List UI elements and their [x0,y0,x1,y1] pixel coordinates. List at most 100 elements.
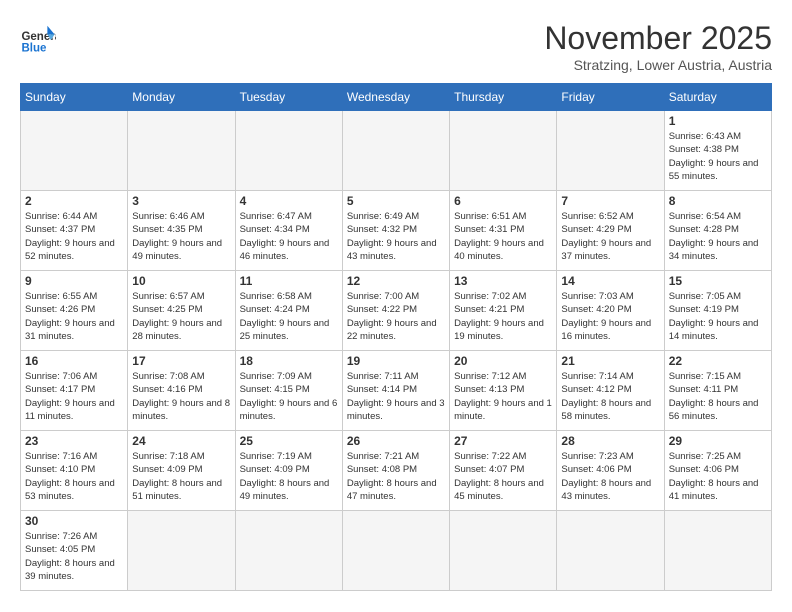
day-number: 18 [240,354,338,368]
day-number: 21 [561,354,659,368]
calendar-cell [342,111,449,191]
day-header-sunday: Sunday [21,84,128,111]
day-info: Sunrise: 7:05 AM Sunset: 4:19 PM Dayligh… [669,290,767,343]
title-area: November 2025 Stratzing, Lower Austria, … [544,20,772,73]
day-number: 28 [561,434,659,448]
day-info: Sunrise: 7:09 AM Sunset: 4:15 PM Dayligh… [240,370,338,423]
day-number: 9 [25,274,123,288]
day-info: Sunrise: 7:16 AM Sunset: 4:10 PM Dayligh… [25,450,123,503]
calendar-cell [557,511,664,591]
calendar-cell [664,511,771,591]
day-number: 2 [25,194,123,208]
calendar-cell: 16Sunrise: 7:06 AM Sunset: 4:17 PM Dayli… [21,351,128,431]
day-info: Sunrise: 6:54 AM Sunset: 4:28 PM Dayligh… [669,210,767,263]
calendar-cell: 28 Sunrise: 7:23 AM Sunset: 4:06 PM Dayli… [557,431,664,511]
day-info: Sunrise: 7:00 AM Sunset: 4:22 PM Dayligh… [347,290,445,343]
day-info: Sunrise: 7:21 AM Sunset: 4:08 PM Dayligh… [347,450,445,503]
day-info: Sunrise: 6:44 AM Sunset: 4:37 PM Dayligh… [25,210,123,263]
calendar-cell: 4Sunrise: 6:47 AM Sunset: 4:34 PM Daylig… [235,191,342,271]
day-header-wednesday: Wednesday [342,84,449,111]
day-number: 17 [132,354,230,368]
day-info: Sunrise: 7:11 AM Sunset: 4:14 PM Dayligh… [347,370,445,423]
calendar-cell: 8 Sunrise: 6:54 AM Sunset: 4:28 PM Daylig… [664,191,771,271]
calendar-cell: 9 Sunrise: 6:55 AM Sunset: 4:26 PM Daylig… [21,271,128,351]
day-info: Sunrise: 6:49 AM Sunset: 4:32 PM Dayligh… [347,210,445,263]
day-info: Sunrise: 7:08 AM Sunset: 4:16 PM Dayligh… [132,370,230,423]
subtitle: Stratzing, Lower Austria, Austria [544,57,772,73]
day-number: 10 [132,274,230,288]
day-header-tuesday: Tuesday [235,84,342,111]
day-info: Sunrise: 6:58 AM Sunset: 4:24 PM Dayligh… [240,290,338,343]
day-info: Sunrise: 7:14 AM Sunset: 4:12 PM Dayligh… [561,370,659,423]
calendar-week-row: 1Sunrise: 6:43 AM Sunset: 4:38 PM Daylig… [21,111,772,191]
calendar-cell: 24 Sunrise: 7:18 AM Sunset: 4:09 PM Dayli… [128,431,235,511]
calendar-cell: 26 Sunrise: 7:21 AM Sunset: 4:08 PM Dayli… [342,431,449,511]
day-info: Sunrise: 7:23 AM Sunset: 4:06 PM Dayligh… [561,450,659,503]
calendar-cell [235,111,342,191]
calendar-cell: 21 Sunrise: 7:14 AM Sunset: 4:12 PM Dayli… [557,351,664,431]
calendar-week-row: 2 Sunrise: 6:44 AM Sunset: 4:37 PM Daylig… [21,191,772,271]
header: General Blue November 2025 Stratzing, Lo… [20,20,772,73]
calendar-cell: 27Sunrise: 7:22 AM Sunset: 4:07 PM Dayli… [450,431,557,511]
day-number: 29 [669,434,767,448]
day-info: Sunrise: 6:51 AM Sunset: 4:31 PM Dayligh… [454,210,552,263]
calendar-cell [450,111,557,191]
calendar-header-row: SundayMondayTuesdayWednesdayThursdayFrid… [21,84,772,111]
calendar-cell: 13Sunrise: 7:02 AM Sunset: 4:21 PM Dayli… [450,271,557,351]
day-number: 7 [561,194,659,208]
calendar: SundayMondayTuesdayWednesdayThursdayFrid… [20,83,772,591]
calendar-cell: 1Sunrise: 6:43 AM Sunset: 4:38 PM Daylig… [664,111,771,191]
logo-icon: General Blue [20,20,56,56]
day-header-monday: Monday [128,84,235,111]
calendar-cell: 18 Sunrise: 7:09 AM Sunset: 4:15 PM Dayli… [235,351,342,431]
day-number: 8 [669,194,767,208]
day-number: 3 [132,194,230,208]
calendar-week-row: 23 Sunrise: 7:16 AM Sunset: 4:10 PM Dayli… [21,431,772,511]
calendar-cell: 23 Sunrise: 7:16 AM Sunset: 4:10 PM Dayli… [21,431,128,511]
calendar-cell: 19 Sunrise: 7:11 AM Sunset: 4:14 PM Dayli… [342,351,449,431]
day-number: 23 [25,434,123,448]
day-header-thursday: Thursday [450,84,557,111]
calendar-cell: 12 Sunrise: 7:00 AM Sunset: 4:22 PM Dayli… [342,271,449,351]
calendar-cell: 22Sunrise: 7:15 AM Sunset: 4:11 PM Dayli… [664,351,771,431]
calendar-cell: 25Sunrise: 7:19 AM Sunset: 4:09 PM Dayli… [235,431,342,511]
day-info: Sunrise: 7:26 AM Sunset: 4:05 PM Dayligh… [25,530,123,583]
day-number: 22 [669,354,767,368]
calendar-cell: 6Sunrise: 6:51 AM Sunset: 4:31 PM Daylig… [450,191,557,271]
day-number: 13 [454,274,552,288]
day-number: 27 [454,434,552,448]
calendar-cell [21,111,128,191]
day-info: Sunrise: 6:46 AM Sunset: 4:35 PM Dayligh… [132,210,230,263]
day-info: Sunrise: 7:25 AM Sunset: 4:06 PM Dayligh… [669,450,767,503]
day-number: 12 [347,274,445,288]
calendar-cell: 30 Sunrise: 7:26 AM Sunset: 4:05 PM Dayli… [21,511,128,591]
day-info: Sunrise: 6:55 AM Sunset: 4:26 PM Dayligh… [25,290,123,343]
day-number: 19 [347,354,445,368]
calendar-cell: 15 Sunrise: 7:05 AM Sunset: 4:19 PM Dayli… [664,271,771,351]
day-number: 24 [132,434,230,448]
day-header-saturday: Saturday [664,84,771,111]
calendar-week-row: 9 Sunrise: 6:55 AM Sunset: 4:26 PM Daylig… [21,271,772,351]
calendar-cell: 10Sunrise: 6:57 AM Sunset: 4:25 PM Dayli… [128,271,235,351]
day-number: 11 [240,274,338,288]
day-number: 30 [25,514,123,528]
calendar-cell [128,111,235,191]
day-info: Sunrise: 7:12 AM Sunset: 4:13 PM Dayligh… [454,370,552,423]
calendar-cell [128,511,235,591]
day-number: 15 [669,274,767,288]
calendar-cell: 5 Sunrise: 6:49 AM Sunset: 4:32 PM Daylig… [342,191,449,271]
calendar-cell: 2 Sunrise: 6:44 AM Sunset: 4:37 PM Daylig… [21,191,128,271]
calendar-cell: 20Sunrise: 7:12 AM Sunset: 4:13 PM Dayli… [450,351,557,431]
calendar-cell [450,511,557,591]
day-number: 16 [25,354,123,368]
logo: General Blue [20,20,56,56]
day-number: 1 [669,114,767,128]
day-number: 5 [347,194,445,208]
calendar-cell [557,111,664,191]
day-info: Sunrise: 7:18 AM Sunset: 4:09 PM Dayligh… [132,450,230,503]
day-number: 26 [347,434,445,448]
day-header-friday: Friday [557,84,664,111]
calendar-week-row: 16Sunrise: 7:06 AM Sunset: 4:17 PM Dayli… [21,351,772,431]
calendar-cell: 14Sunrise: 7:03 AM Sunset: 4:20 PM Dayli… [557,271,664,351]
day-number: 25 [240,434,338,448]
